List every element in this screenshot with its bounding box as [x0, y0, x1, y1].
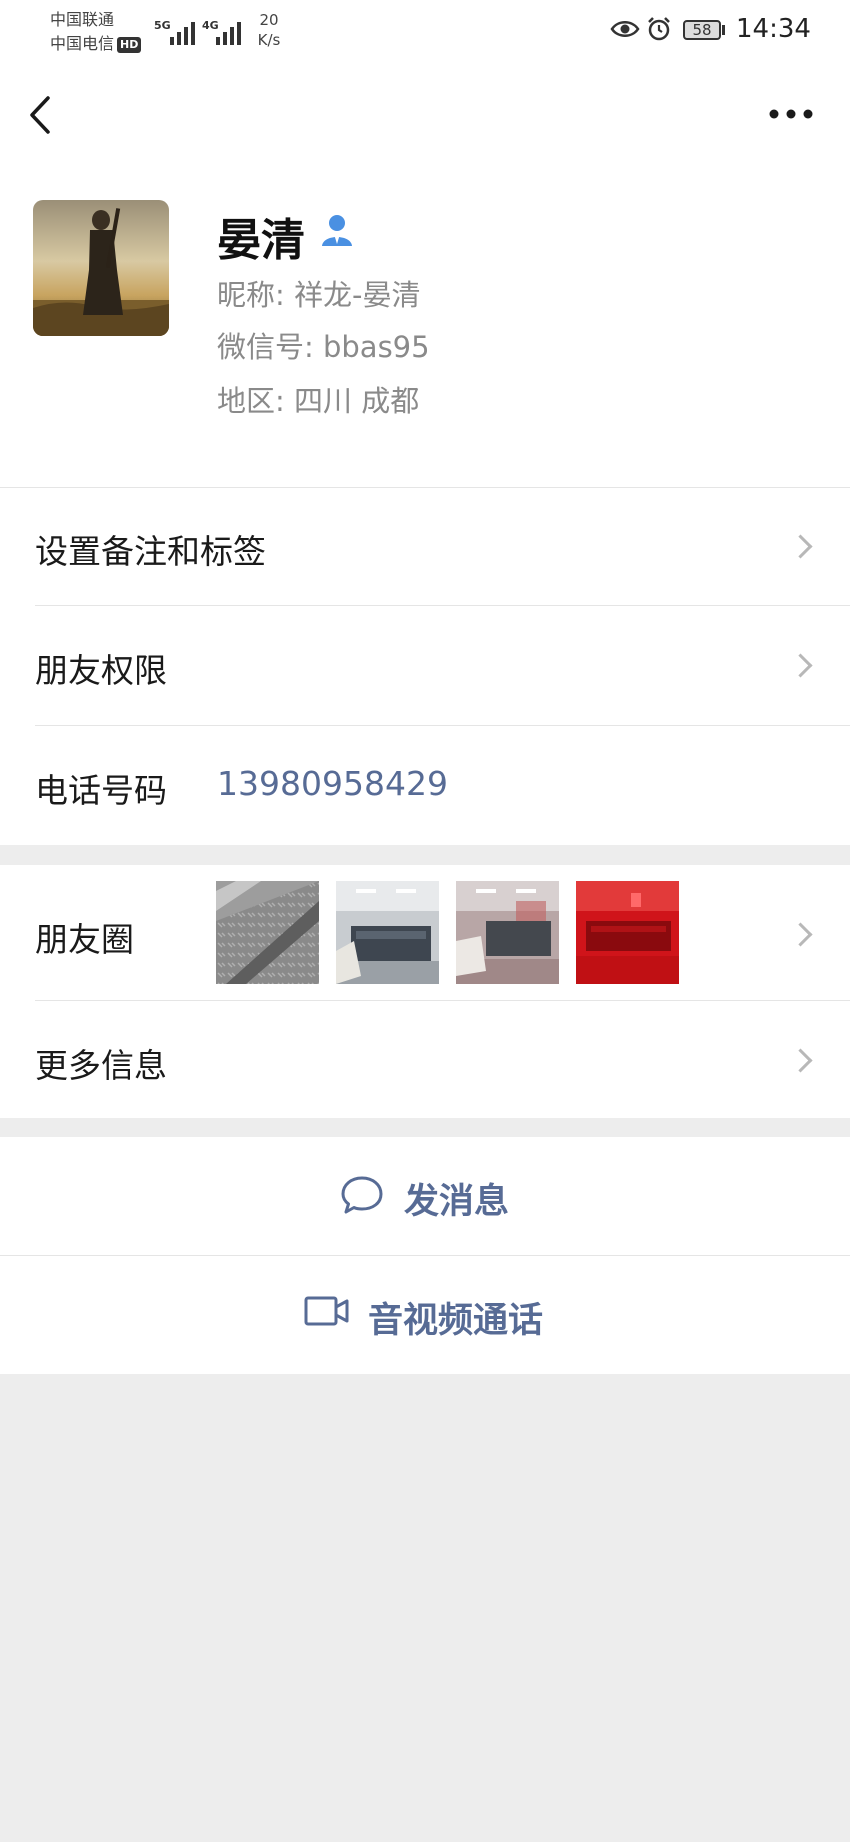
video-camera-icon [304, 1296, 349, 1326]
network-speed-unit: K/s [257, 31, 281, 49]
signal-5g-label: 5G [154, 19, 171, 32]
alarm-icon [648, 17, 670, 41]
signal-bars-icon [216, 22, 241, 45]
contact-name: 晏清 [217, 215, 305, 266]
battery-indicator: 58 [683, 20, 721, 40]
video-call-label: 音视频通话 [368, 1301, 544, 1341]
wechat-id: 微信号: bbas95 [217, 330, 430, 364]
moments-thumbnail [216, 881, 319, 984]
remark-tags-label: 设置备注和标签 [35, 532, 266, 571]
network-speed-value: 20 [259, 11, 279, 29]
chat-bubble-icon [341, 1176, 383, 1214]
signal-4g: 4G [202, 14, 241, 45]
moments-photo-4 [576, 881, 679, 984]
back-chevron-icon[interactable] [26, 94, 56, 136]
eye-icon [610, 21, 640, 37]
friend-permissions-row[interactable]: 朋友权限 [0, 606, 850, 725]
moments-photo-3 [456, 881, 559, 984]
send-message-button[interactable]: 发消息 [0, 1137, 850, 1255]
signal-5g: 5G [154, 14, 195, 45]
profile-card: 晏清 昵称: 祥龙-晏清 微信号: bbas95 地区: 四川 成都 [0, 162, 850, 487]
avatar[interactable] [33, 200, 169, 336]
video-call-button[interactable]: 音视频通话 [0, 1256, 850, 1374]
moments-thumbnail [336, 881, 439, 984]
moments-photo-2 [336, 881, 439, 984]
moments-section: 朋友圈 更多信息 [0, 865, 850, 1118]
remark-tags-row[interactable]: 设置备注和标签 [0, 487, 850, 605]
more-info-row[interactable]: 更多信息 [0, 1001, 850, 1118]
phone-number-value[interactable]: 13980958429 [217, 764, 448, 803]
more-info-label: 更多信息 [35, 1046, 167, 1085]
status-bar: 中国联通 中国电信 HD 5G 4G 20 K/s 58 14:34 [0, 0, 850, 62]
clock: 14:34 [736, 14, 811, 44]
avatar-image [33, 200, 169, 336]
friend-permissions-label: 朋友权限 [35, 651, 167, 690]
battery-tip-icon [722, 25, 725, 35]
more-dots-icon[interactable] [766, 106, 816, 122]
carrier-name-2-label: 中国电信 [50, 34, 115, 53]
moments-photo-1 [216, 881, 319, 984]
carrier-name-2: 中国电信 HD [50, 32, 142, 56]
moments-row[interactable]: 朋友圈 [0, 865, 850, 1000]
contact-settings-section: 设置备注和标签 朋友权限 电话号码 13980958429 [0, 487, 850, 845]
actions-section: 发消息 音视频通话 [0, 1137, 850, 1374]
phone-number-row: 电话号码 13980958429 [0, 726, 850, 845]
chevron-right-icon [788, 653, 813, 678]
send-message-label: 发消息 [404, 1182, 510, 1222]
moments-label: 朋友圈 [35, 920, 134, 959]
signal-bars-icon [170, 22, 195, 45]
moments-thumbnail [456, 881, 559, 984]
chevron-right-icon [788, 922, 813, 947]
chevron-right-icon [788, 1048, 813, 1073]
contact-person-icon [322, 215, 352, 246]
moments-thumbnail [576, 881, 679, 984]
nickname: 昵称: 祥龙-晏清 [217, 278, 421, 312]
network-speed: 20 K/s [254, 10, 284, 50]
hd-badge: HD [117, 36, 142, 53]
top-navigation-bar [0, 62, 850, 162]
region: 地区: 四川 成都 [217, 384, 420, 418]
phone-number-label: 电话号码 [35, 771, 167, 810]
chevron-right-icon [788, 534, 813, 559]
carrier-name-1: 中国联通 [50, 10, 115, 29]
